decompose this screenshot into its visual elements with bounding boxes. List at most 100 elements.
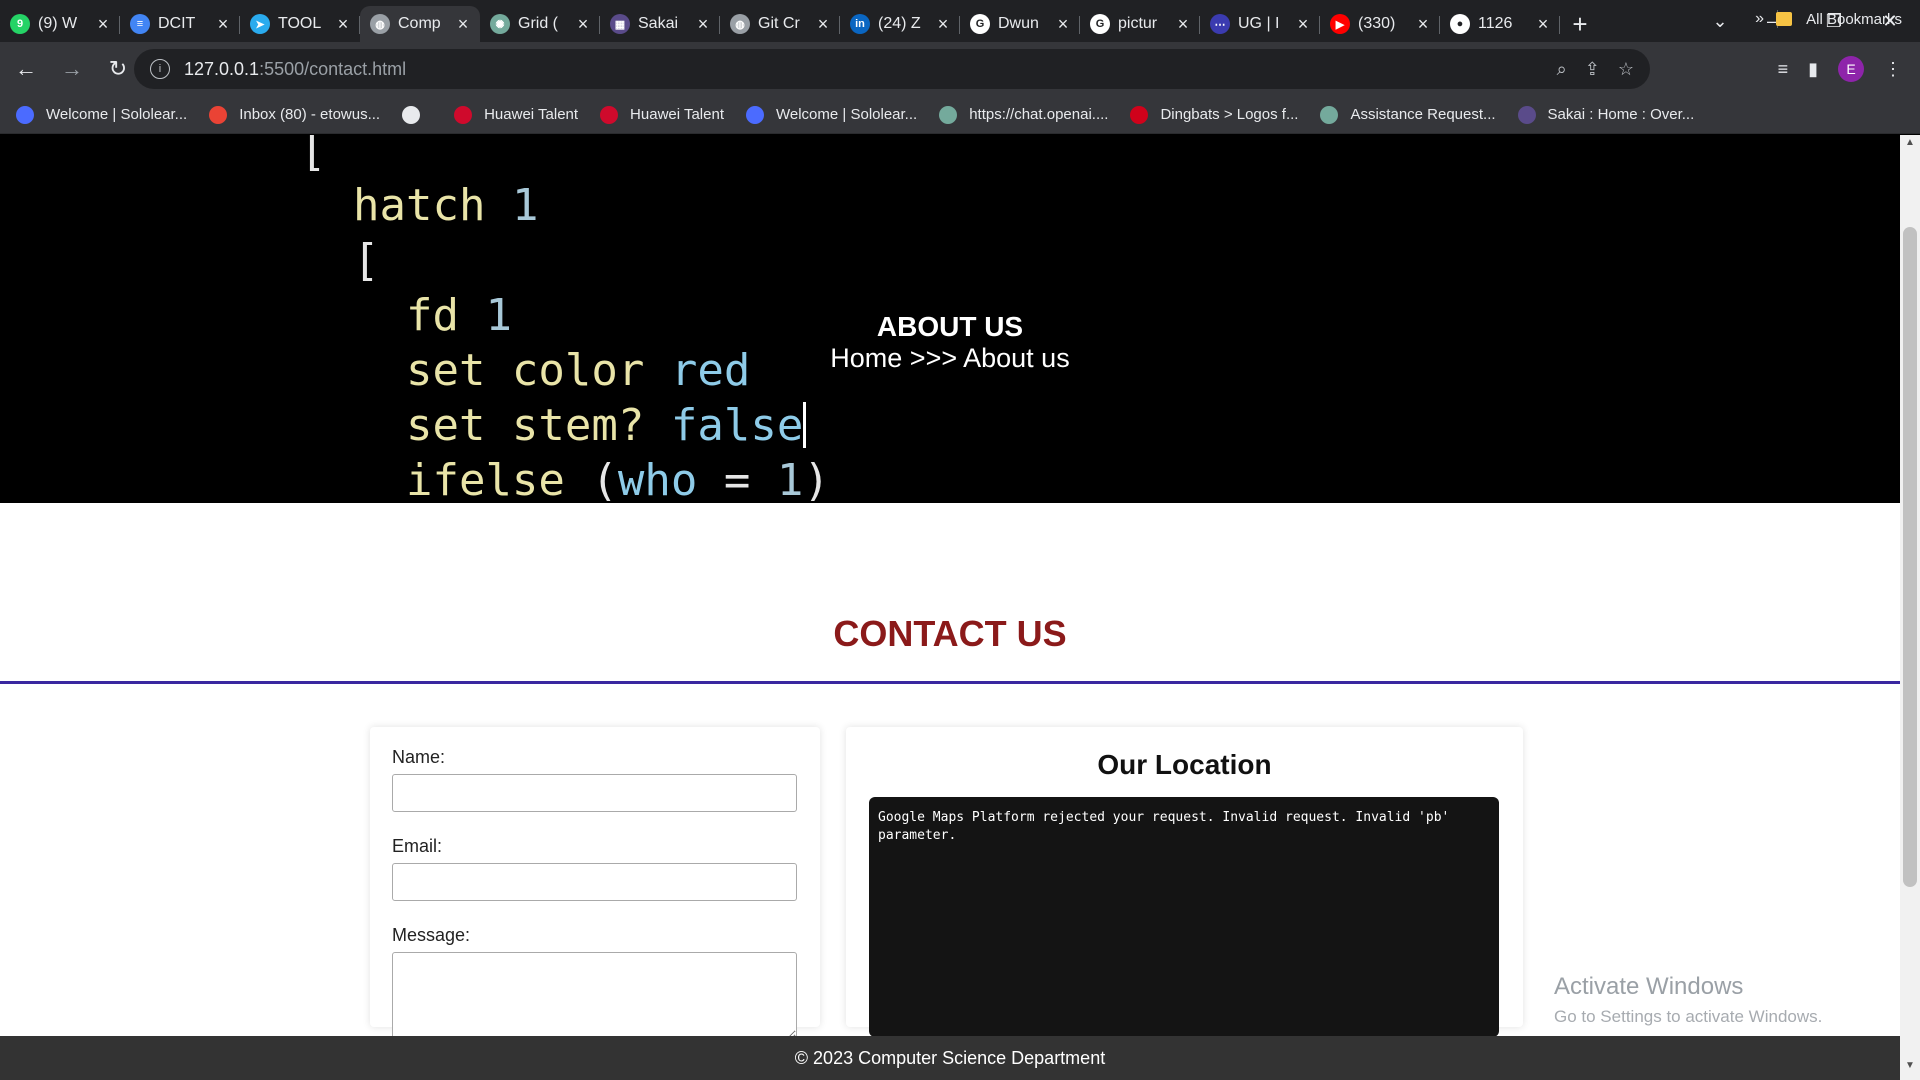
location-title: Our Location — [1097, 749, 1272, 780]
page-viewport: [ hatch 1 [ fd 1 set color red set stem?… — [0, 135, 1900, 1080]
hero-code-image: [ hatch 1 [ fd 1 set color red set stem?… — [300, 135, 830, 506]
tab-title: TOOL — [278, 15, 322, 32]
bookmark-label: Assistance Request... — [1350, 106, 1496, 123]
hero-banner: [ hatch 1 [ fd 1 set color red set stem?… — [0, 135, 1900, 506]
globe-icon: ◍ — [370, 14, 390, 34]
close-tab-icon[interactable]: × — [1174, 14, 1192, 35]
close-tab-icon[interactable]: × — [334, 14, 352, 35]
bookmark-item[interactable]: Sakai : Home : Over... — [1517, 105, 1695, 124]
bookmark-item[interactable]: Welcome | Sololear... — [16, 105, 188, 124]
browser-tab[interactable]: ● 1126 × — [1440, 7, 1560, 41]
message-field[interactable] — [392, 952, 797, 1040]
address-bar[interactable]: i 127.0.0.1:5500/contact.html ⌕ ⇪ ☆ — [134, 49, 1650, 89]
close-tab-icon[interactable]: × — [574, 14, 592, 35]
map-embed[interactable]: Google Maps Platform rejected your reque… — [869, 797, 1499, 1037]
tab-title: (24) Z — [878, 15, 921, 32]
browser-tab[interactable]: ✺ Grid (× — [480, 7, 600, 41]
reload-icon[interactable]: ↻ — [98, 49, 138, 89]
side-panel-icon[interactable]: ▮ — [1808, 59, 1818, 80]
youtube-icon: ▶ — [1330, 14, 1350, 34]
menu-icon[interactable]: ⋮ — [1884, 59, 1902, 80]
whatsapp-icon: 9 — [10, 14, 30, 34]
close-tab-icon[interactable]: × — [1294, 14, 1312, 35]
tab-title: Sakai — [638, 15, 679, 32]
chatgpt-icon — [1320, 105, 1339, 124]
close-tab-icon[interactable]: × — [814, 14, 832, 35]
globe-icon: ◍ — [730, 14, 750, 34]
browser-tab[interactable]: G Dwun × — [960, 7, 1080, 41]
browser-tab[interactable]: Gpictur × — [1080, 7, 1200, 41]
chatgpt-icon — [939, 105, 958, 124]
profile-avatar[interactable]: E — [1838, 56, 1864, 82]
gmail-icon — [209, 105, 228, 124]
browser-tab[interactable]: ◍ Git Cr × — [720, 7, 840, 41]
email-field[interactable] — [392, 863, 797, 901]
hero-title: ABOUT US — [876, 311, 1024, 342]
more-bookmarks-button[interactable]: » — [1755, 0, 1764, 38]
close-tab-icon[interactable]: × — [1414, 14, 1432, 35]
browser-tab[interactable]: ≡ DCIT × — [120, 7, 240, 41]
bookmark-item[interactable]: Inbox (80) - etowus... — [209, 105, 380, 124]
github-icon: ● — [1450, 14, 1470, 34]
bookmark-item[interactable]: Welcome | Sololear... — [746, 105, 917, 124]
tab-title: Git Cr — [758, 15, 800, 32]
tab-title: Comp — [398, 15, 441, 32]
close-tab-icon[interactable]: × — [454, 14, 472, 35]
telegram-icon: ➤ — [250, 14, 270, 34]
message-label: Message: — [392, 925, 471, 945]
tab-search-icon[interactable]: ⌄ — [1690, 0, 1750, 42]
name-field[interactable] — [392, 774, 797, 812]
bookmarks-bar: Welcome | Sololear... Inbox (80) - etowus… — [0, 96, 1920, 134]
browser-tab[interactable]: ⋯ UG | I × — [1200, 7, 1320, 41]
vertical-scrollbar[interactable]: ▲ ▼ — [1900, 135, 1920, 1080]
browser-tab[interactable]: ➤ TOOL × — [240, 7, 360, 41]
site-info-icon[interactable]: i — [150, 59, 170, 79]
zoom-icon[interactable]: ⌕ — [1557, 59, 1567, 80]
browser-tab[interactable]: in (24) Z × — [840, 7, 960, 41]
forward-icon[interactable]: → — [52, 49, 92, 89]
bookmark-item[interactable]: Huawei Talent — [600, 105, 724, 124]
breadcrumb: Home >>> About us — [830, 343, 1070, 373]
bookmark-label: Sakai : Home : Over... — [1547, 106, 1695, 123]
url-host: 127.0.0.1 — [184, 58, 260, 79]
huawei-icon — [454, 105, 473, 124]
url-text[interactable]: 127.0.0.1:5500/contact.html — [184, 59, 406, 80]
bookmark-label: Welcome | Sololear... — [46, 106, 188, 123]
bookmark-label: https://chat.openai.... — [969, 106, 1109, 123]
tab-title: Dwun — [998, 15, 1039, 32]
close-tab-icon[interactable]: × — [694, 14, 712, 35]
close-tab-icon[interactable]: × — [94, 14, 112, 35]
bookmark-item[interactable]: https://chat.openai.... — [939, 105, 1109, 124]
ug-icon: ⋯ — [1210, 14, 1230, 34]
sololearn-icon — [746, 105, 764, 124]
share-icon[interactable]: ⇪ — [1585, 59, 1600, 80]
new-tab-button[interactable]: + — [1560, 7, 1600, 41]
media-controls-icon[interactable]: ≡ — [1778, 59, 1789, 80]
scroll-down-icon[interactable]: ▼ — [1900, 1060, 1920, 1076]
bookmark-item[interactable]: Dingbats > Logos f... — [1130, 105, 1298, 124]
bookmark-item[interactable]: Assistance Request... — [1320, 105, 1496, 124]
sololearn-icon — [16, 105, 34, 124]
bookmark-item[interactable]: Huawei Talent — [454, 105, 578, 124]
google-icon: G — [970, 14, 990, 34]
bookmark-item[interactable] — [402, 105, 432, 124]
all-bookmarks-button[interactable]: All Bookmarks — [1776, 0, 1902, 38]
close-tab-icon[interactable]: × — [934, 14, 952, 35]
close-tab-icon[interactable]: × — [214, 14, 232, 35]
close-tab-icon[interactable]: × — [1534, 14, 1552, 35]
bookmark-star-icon[interactable]: ☆ — [1618, 59, 1634, 80]
activate-windows-title: Activate Windows — [1554, 973, 1744, 1000]
scroll-up-icon[interactable]: ▲ — [1900, 137, 1920, 153]
browser-tab[interactable]: ▶ (330) × — [1320, 7, 1440, 41]
browser-tab[interactable]: 9 (9) W × — [0, 7, 120, 41]
back-icon[interactable]: ← — [6, 49, 46, 89]
close-tab-icon[interactable]: × — [1054, 14, 1072, 35]
contact-heading: CONTACT US — [833, 613, 1067, 654]
sakai-icon: ▦ — [610, 14, 630, 34]
tab-strip: 9 (9) W × ≡ DCIT × ➤ TOOL × ◍ Comp × ✺ Grid (× ▦ Sakai ×… — [0, 0, 1920, 42]
browser-tab[interactable]: ◍ Comp × — [360, 6, 480, 42]
browser-tab[interactable]: ▦ Sakai × — [600, 7, 720, 41]
google-icon: G — [1090, 14, 1110, 34]
docs-icon: ≡ — [130, 14, 150, 34]
scrollbar-thumb[interactable] — [1903, 227, 1917, 887]
